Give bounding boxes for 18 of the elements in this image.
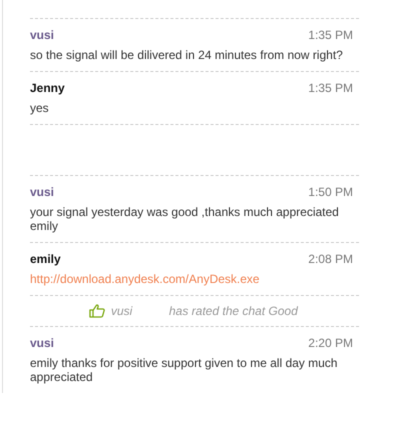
sender-name: vusi [30,28,54,42]
sender-name: emily [30,252,61,266]
message-text: so the signal will be dilivered in 24 minutes from now right? [30,48,343,62]
rater-name: vusi [111,303,134,320]
message-text: yes [30,101,49,115]
thumbs-up-icon [89,304,105,318]
message-time: 2:08 PM [308,252,353,266]
message-text: your signal yesterday was good ,thanks much appreciated emily [30,205,339,233]
sender-name: Jenny [30,81,65,95]
message-time: 1:35 PM [308,81,353,95]
message-time: 1:50 PM [308,185,353,199]
download-link[interactable]: http://download.anydesk.com/AnyDesk.exe [30,272,260,286]
rating-notice: has rated the chat Good [169,303,298,320]
message-text: emily thanks for positive support given to me all day much appreciated [30,356,338,384]
sender-name: vusi [30,336,54,350]
message-time: 2:20 PM [308,336,353,350]
sender-name: vusi [30,185,54,199]
message-time: 1:35 PM [308,28,353,42]
